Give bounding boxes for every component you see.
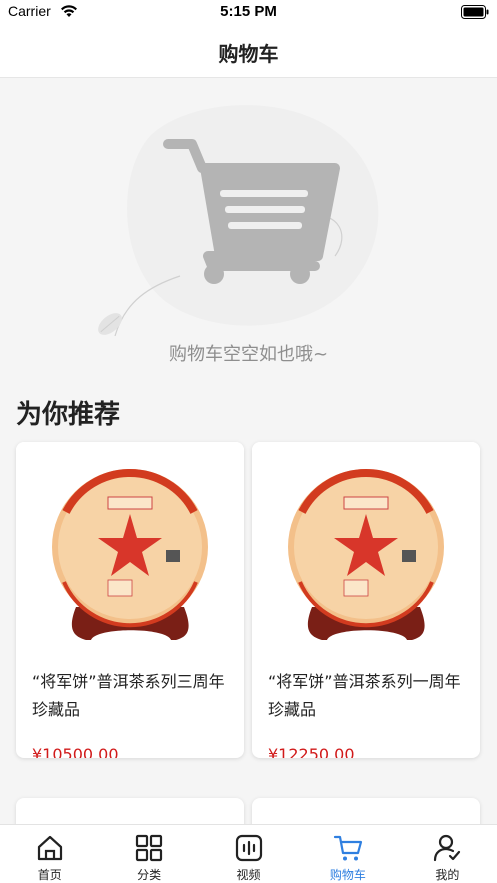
status-bar: Carrier 5:15 PM bbox=[0, 0, 497, 26]
tab-label: 首页 bbox=[37, 868, 62, 882]
tab-label: 视频 bbox=[236, 868, 261, 882]
product-card[interactable] bbox=[16, 798, 244, 824]
cart-content[interactable]: 购物车空空如也哦~ 为你推荐 “将军饼”普洱茶系列三周年珍藏品 ¥10500.0… bbox=[0, 78, 497, 824]
empty-cart-message: 购物车空空如也哦~ bbox=[168, 344, 329, 365]
tab-bar: 首页 分类 视频 购物车 我的 bbox=[0, 824, 497, 883]
recommend-title: 为你推荐 bbox=[16, 400, 121, 430]
nav-bar: 购物车 bbox=[0, 26, 497, 78]
grid-icon bbox=[136, 834, 163, 862]
user-icon bbox=[434, 834, 461, 862]
tab-category[interactable]: 分类 bbox=[99, 825, 198, 883]
home-icon bbox=[37, 835, 62, 861]
product-name[interactable]: “将军饼”普洱茶系列一周年珍藏品 bbox=[268, 668, 468, 724]
tab-video[interactable]: 视频 bbox=[199, 825, 298, 883]
video-icon bbox=[235, 834, 262, 862]
battery-icon bbox=[461, 5, 489, 19]
product-image bbox=[252, 442, 480, 642]
cart-icon bbox=[333, 835, 363, 861]
product-price: ¥10500.00 bbox=[32, 745, 119, 758]
clock: 5:15 PM bbox=[220, 3, 277, 20]
product-price: ¥12250.00 bbox=[268, 745, 355, 758]
product-name[interactable]: “将军饼”普洱茶系列三周年珍藏品 bbox=[32, 668, 232, 724]
product-card[interactable]: “将军饼”普洱茶系列一周年珍藏品 ¥12250.00 bbox=[252, 442, 480, 758]
tab-mine[interactable]: 我的 bbox=[398, 825, 497, 883]
empty-cart-illustration bbox=[98, 105, 379, 337]
tab-label: 购物车 bbox=[329, 868, 366, 882]
tab-label: 分类 bbox=[137, 868, 162, 882]
page-title: 购物车 bbox=[218, 42, 279, 66]
tab-cart[interactable]: 购物车 bbox=[298, 825, 397, 883]
product-image bbox=[16, 442, 244, 642]
tab-label: 我的 bbox=[435, 868, 460, 882]
product-card[interactable] bbox=[252, 798, 480, 824]
product-card[interactable]: “将军饼”普洱茶系列三周年珍藏品 ¥10500.00 bbox=[16, 442, 244, 758]
tab-home[interactable]: 首页 bbox=[0, 825, 99, 883]
